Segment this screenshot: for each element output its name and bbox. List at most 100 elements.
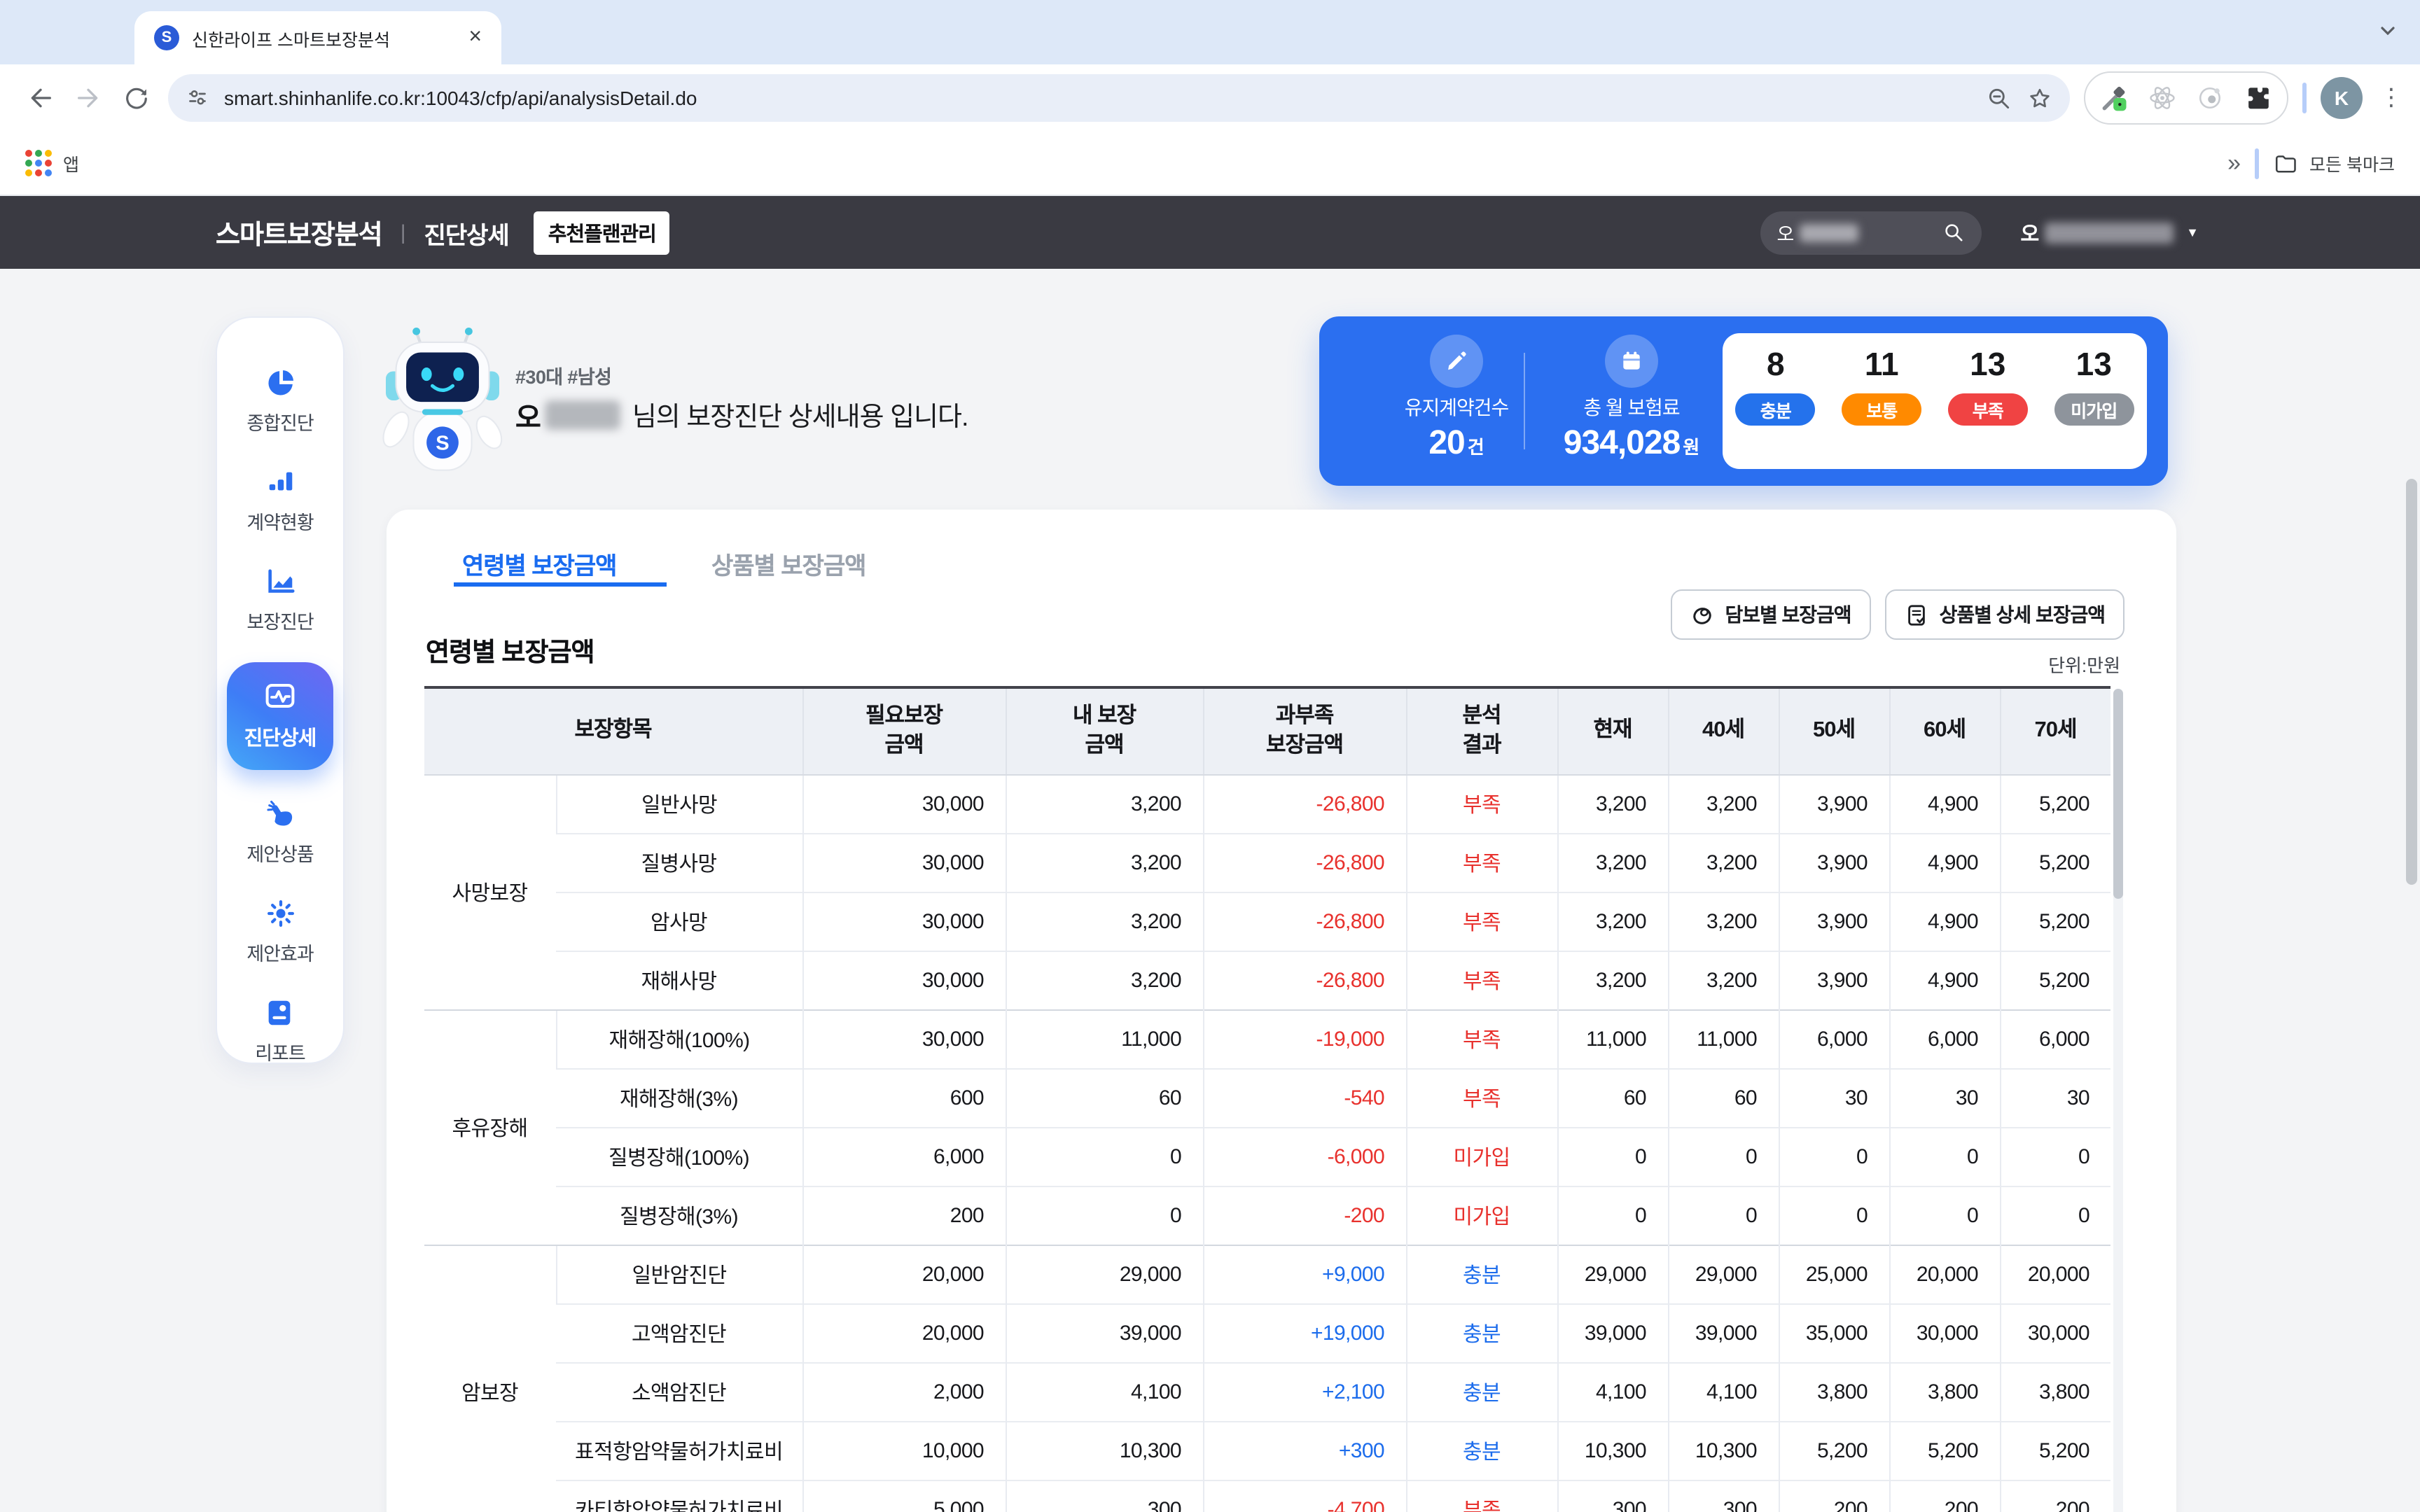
item-cell: 표적항암약물허가치료비 [556,1421,802,1480]
zoom-out-icon[interactable] [1986,85,2012,111]
age70-cell: 6,000 [2000,1009,2110,1068]
column-header: 50세 [1779,687,1889,774]
mine-cell: 0 [1006,1127,1203,1186]
required-cell: 30,000 [802,774,1006,833]
stat-divider [1524,353,1525,449]
result-cell: 부족 [1406,833,1557,892]
site-settings-icon[interactable] [185,85,210,111]
browser-tab[interactable]: S 신한라이프 스마트보장분석 × [134,11,501,64]
tab-strip-chevron-icon[interactable] [2378,21,2398,41]
item-cell: 재해사망 [556,951,802,1009]
age60-cell: 4,900 [1889,774,2000,833]
tab-by-age[interactable]: 연령별 보장금액 [462,546,616,581]
required-cell: 6,000 [802,1127,1006,1186]
address-bar[interactable]: smart.shinhanlife.co.kr:10043/cfp/api/an… [168,74,2070,122]
age-now-cell: 300 [1557,1480,1668,1512]
gap-cell: -6,000 [1203,1127,1406,1186]
tab-close-icon[interactable]: × [463,25,487,50]
age40-cell: 3,200 [1668,951,1779,1009]
table-scrollbar[interactable] [2113,689,2123,1512]
browser-toolbar: smart.shinhanlife.co.kr:10043/cfp/api/an… [0,64,2420,132]
age60-cell: 4,900 [1889,892,2000,951]
sidebar-item-종합진단[interactable]: 종합진단 [246,367,313,435]
sidebar-item-진단상세[interactable]: 진단상세 [227,662,333,770]
age40-cell: 10,300 [1668,1421,1779,1480]
age60-cell: 20,000 [1889,1245,2000,1303]
status-count: 11 [1865,349,1899,381]
age-now-cell: 3,200 [1557,774,1668,833]
profile-avatar[interactable]: K [2321,77,2363,119]
age60-cell: 6,000 [1889,1009,2000,1068]
item-cell: 고액암진단 [556,1303,802,1362]
age60-cell: 3,800 [1889,1362,2000,1421]
bookmark-star-icon[interactable] [2026,85,2053,111]
table-row: 카티항암약물허가치료비5,000300-4,700부족3003002002002… [424,1480,2110,1512]
sidebar-item-label: 제안상품 [246,839,313,867]
column-header: 40세 [1668,687,1779,774]
apps-label[interactable]: 앱 [63,150,79,176]
back-button[interactable] [17,74,64,122]
atom-extension-icon[interactable] [2147,83,2178,113]
hand-icon [264,798,296,830]
sidebar-item-리포트[interactable]: 리포트 [255,997,305,1065]
plan-manage-button[interactable]: 추천플랜관리 [534,211,670,254]
devtools-extension-icon[interactable] [2099,83,2130,113]
by-coverage-button[interactable]: 담보별 보장금액 [1670,589,1870,640]
status-pill: 충분 [1736,393,1816,426]
age-now-cell: 39,000 [1557,1303,1668,1362]
detail-card: 연령별 보장금액 상품별 보장금액 담보별 보장금액 상품별 상세 보장금액 연… [387,510,2176,1512]
reload-button[interactable] [112,74,160,122]
browser-menu-icon[interactable]: ⋮ [2379,84,2403,112]
gap-cell: -26,800 [1203,774,1406,833]
gap-cell: -540 [1203,1068,1406,1127]
column-header: 현재 [1557,687,1668,774]
status-col-보통: 11보통 [1842,349,1921,426]
sidebar-item-제안상품[interactable]: 제안상품 [246,798,313,867]
apps-grid-icon[interactable] [25,150,52,176]
customer-search-input[interactable]: 오 [1760,211,1981,254]
action-buttons: 담보별 보장금액 상품별 상세 보장금액 [1670,589,2125,640]
item-cell: 재해장해(3%) [556,1068,802,1127]
required-cell: 5,000 [802,1480,1006,1512]
age60-cell: 4,900 [1889,833,2000,892]
column-header: 70세 [2000,687,2110,774]
result-cell: 부족 [1406,774,1557,833]
mine-cell: 3,200 [1006,892,1203,951]
extensions-puzzle-icon[interactable] [2242,83,2273,113]
gap-cell: -26,800 [1203,892,1406,951]
group-cell: 사망보장 [424,774,556,1009]
required-cell: 30,000 [802,1009,1006,1068]
pencil-icon [1430,335,1483,388]
sidebar-item-계약현황[interactable]: 계약현황 [246,466,313,535]
premium-stat: 총 월 보험료 934,028원 [1541,316,1723,486]
bookmarks-overflow-icon[interactable]: » [2227,149,2241,177]
age70-cell: 200 [2000,1480,2110,1512]
sidebar-item-label: 보장진단 [246,606,313,634]
donut-icon [1690,603,1713,626]
product-detail-button[interactable]: 상품별 상세 보장금액 [1885,589,2125,640]
required-cell: 600 [802,1068,1006,1127]
result-cell: 부족 [1406,1009,1557,1068]
tab-by-product[interactable]: 상품별 보장금액 [711,546,865,581]
table-scrollbar-thumb[interactable] [2113,689,2123,899]
forward-button[interactable] [64,74,112,122]
group-cell: 암보장 [424,1245,556,1512]
user-menu[interactable]: 오 ▼ [2020,218,2199,247]
mine-cell: 3,200 [1006,951,1203,1009]
age70-cell: 0 [2000,1127,2110,1186]
all-bookmarks-label[interactable]: 모든 북마크 [2309,150,2395,176]
age40-cell: 29,000 [1668,1245,1779,1303]
summary-card: 유지계약건수 20건 총 월 보험료 934,028원 8충분11보통13부족1… [1319,316,2168,486]
sidebar-item-보장진단[interactable]: 보장진단 [246,566,313,634]
page-scrollbar-thumb[interactable] [2406,479,2417,885]
url-text[interactable]: smart.shinhanlife.co.kr:10043/cfp/api/an… [224,87,1972,109]
result-cell: 부족 [1406,892,1557,951]
sidebar-item-제안효과[interactable]: 제안효과 [246,897,313,966]
search-icon[interactable] [1942,221,1964,244]
table-row: 재해사망30,0003,200-26,800부족3,2003,2003,9004… [424,951,2110,1009]
mine-cell: 29,000 [1006,1245,1203,1303]
redacted-search-text [1800,223,1858,241]
orbit-extension-icon[interactable] [2195,83,2225,113]
age-now-cell: 3,200 [1557,833,1668,892]
age50-cell: 0 [1779,1127,1889,1186]
